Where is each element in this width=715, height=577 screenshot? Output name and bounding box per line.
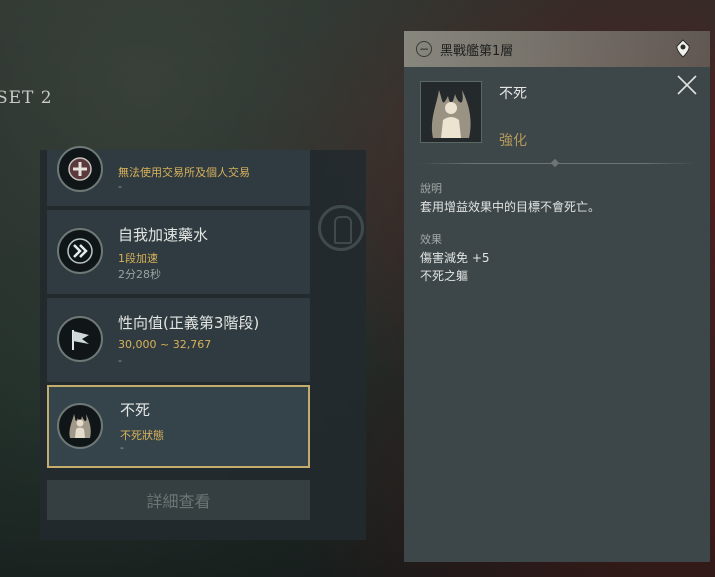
- effect-heading: 效果: [420, 233, 442, 246]
- buff-meta: -: [118, 180, 122, 193]
- buff-title: 性向值(正義第3階段): [118, 314, 260, 332]
- buff-row-trade-restricted[interactable]: 無法使用交易所及個人交易 -: [47, 146, 310, 206]
- description-heading: 說明: [420, 182, 442, 195]
- buff-row-alignment[interactable]: 性向值(正義第3階段) 30,000 ~ 32,767 -: [47, 298, 310, 382]
- buff-meta: -: [120, 441, 124, 454]
- location-bar[interactable]: − 黑戰艦第1層: [404, 31, 710, 67]
- preset-label: SET 2: [0, 88, 53, 108]
- buff-sub: 不死狀態: [120, 429, 164, 442]
- buff-sub: 無法使用交易所及個人交易: [118, 166, 250, 179]
- undead-figure-icon: [57, 403, 103, 449]
- effect-line: 傷害減免 +5: [420, 251, 490, 265]
- justice-flag-icon: [57, 316, 103, 362]
- location-name: 黑戰艦第1層: [440, 44, 514, 59]
- scroll-ornament: [318, 205, 364, 251]
- collapse-icon[interactable]: −: [416, 41, 432, 57]
- divider-ornament: [550, 158, 560, 168]
- buff-meta: -: [118, 354, 122, 367]
- buff-detail-panel: 不死 強化 說明 套用增益效果中的目標不會死亡。 效果 傷害減免 +5 不死之軀: [404, 67, 710, 562]
- close-icon[interactable]: [676, 74, 698, 96]
- buff-sub: 1段加速: [118, 252, 158, 265]
- buff-title: 自我加速藥水: [118, 226, 209, 244]
- buff-sub: 30,000 ~ 32,767: [118, 338, 212, 351]
- shield-cross-icon: [57, 146, 103, 192]
- map-pin-icon[interactable]: [674, 39, 692, 63]
- double-chevron-icon: [57, 228, 103, 274]
- description-text: 套用增益效果中的目標不會死亡。: [420, 200, 601, 214]
- buff-row-undead[interactable]: 不死 不死狀態 -: [47, 385, 310, 468]
- buff-row-speed-potion[interactable]: 自我加速藥水 1段加速 2分28秒: [47, 210, 310, 294]
- effect-line: 不死之軀: [420, 269, 469, 283]
- buff-timer: 2分28秒: [118, 268, 161, 281]
- buff-title: 不死: [120, 401, 151, 419]
- buff-detail-name: 不死: [499, 86, 527, 102]
- undead-figure-icon: [420, 81, 482, 143]
- buff-detail-type: 強化: [499, 133, 527, 149]
- view-details-button[interactable]: 詳細查看: [47, 480, 310, 520]
